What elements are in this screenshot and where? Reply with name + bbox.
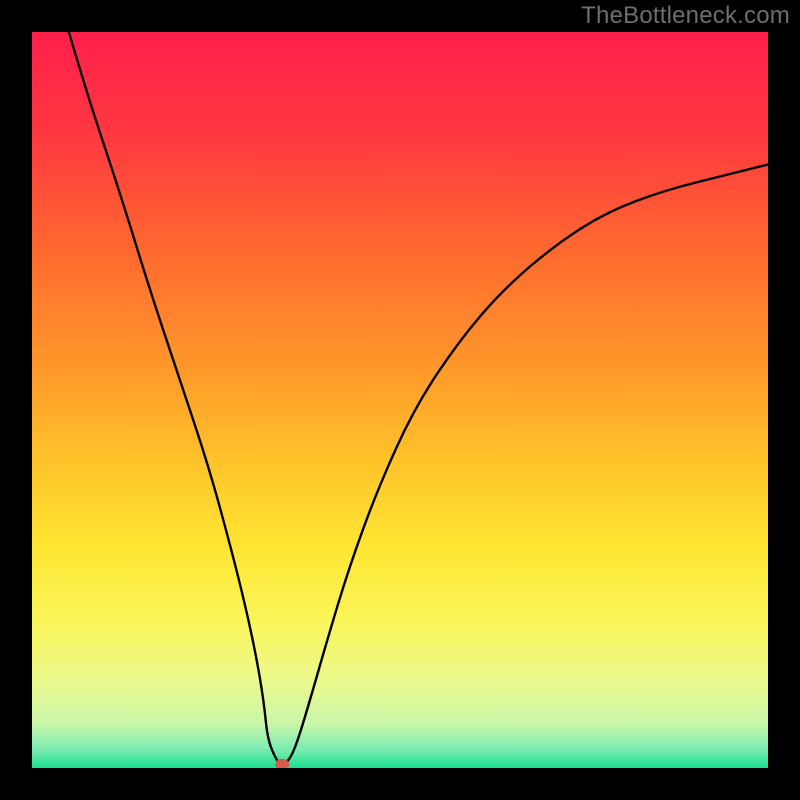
chart-outer: TheBottleneck.com [0,0,800,800]
plot-area [32,32,768,768]
watermark-text: TheBottleneck.com [581,2,790,30]
gradient-background [32,32,768,768]
chart-svg [32,32,768,768]
